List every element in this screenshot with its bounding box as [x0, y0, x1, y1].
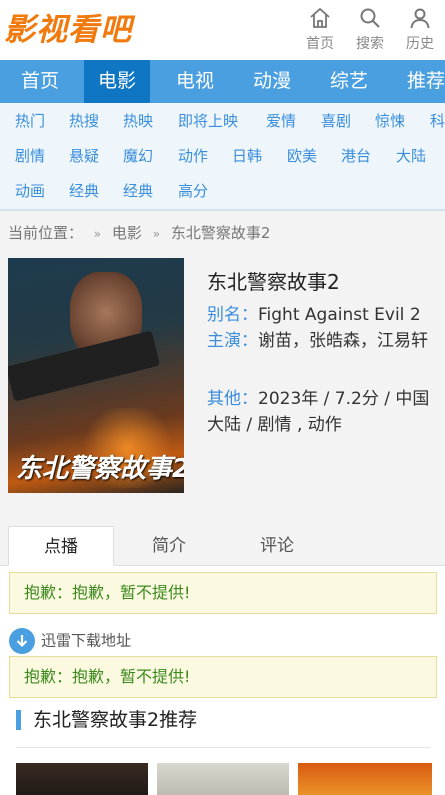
main-nav-item-variety[interactable]: 综艺: [316, 60, 382, 103]
other-label: 其他：: [207, 389, 258, 409]
sub-nav-item[interactable]: 欧美: [287, 145, 317, 166]
header-nav-search[interactable]: 搜索: [350, 6, 390, 53]
divider: [16, 747, 430, 748]
main-nav-item-tv[interactable]: 电视: [162, 60, 228, 103]
sub-nav-item[interactable]: 热搜: [69, 110, 99, 131]
header-nav-label: 历史: [406, 36, 434, 52]
sub-nav-item[interactable]: 经典: [69, 180, 99, 201]
main-nav-item-recommend[interactable]: 推荐: [393, 60, 445, 103]
movie-poster[interactable]: 东北警察故事2: [8, 258, 184, 493]
download-icon: [9, 628, 35, 654]
recommend-heading: 东北警察故事2推荐: [16, 710, 197, 730]
download-header: 迅雷下载地址: [9, 628, 131, 654]
play-notice: 抱歉：抱歉，暂不提供!: [9, 572, 437, 614]
site-logo[interactable]: 影视看吧: [4, 4, 132, 49]
tab-bar: 点播 简介 评论: [0, 526, 445, 566]
breadcrumb-prefix: 当前位置：: [8, 224, 84, 242]
header-nav-home[interactable]: 首页: [300, 6, 340, 53]
sub-nav-item[interactable]: 日韩: [232, 145, 262, 166]
sub-nav-item[interactable]: 大陆: [396, 145, 426, 166]
movie-title: 东北警察故事2: [207, 270, 340, 294]
download-notice: 抱歉：抱歉，暂不提供!: [9, 656, 437, 698]
main-nav: 首页 电影 电视 动漫 综艺 推荐: [0, 60, 445, 103]
breadcrumb-separator: »: [152, 227, 161, 241]
header-nav-label: 首页: [306, 36, 334, 52]
user-icon: [410, 8, 430, 29]
download-label: 迅雷下载地址: [41, 631, 132, 650]
alias-value: Fight Against Evil 2: [258, 305, 421, 325]
sub-nav: 热门 热搜 热映 即将上映 爱情 喜剧 惊悚 科 剧情 悬疑 魔幻 动作 日韩 …: [0, 103, 445, 211]
alias-label: 别名：: [207, 305, 258, 325]
header: 影视看吧 首页 搜索 历史: [0, 0, 445, 60]
sub-nav-item[interactable]: 动作: [178, 145, 208, 166]
sub-nav-item[interactable]: 剧情: [15, 145, 45, 166]
breadcrumb-current: 东北警察故事2: [170, 224, 271, 242]
breadcrumb: 当前位置： » 电影 » 东北警察故事2: [8, 222, 270, 243]
main-nav-item-movie[interactable]: 电影: [84, 60, 150, 103]
cast-label: 主演：: [207, 331, 258, 351]
sub-nav-item[interactable]: 热映: [123, 110, 153, 131]
recommend-thumb[interactable]: [16, 763, 148, 795]
sub-nav-item[interactable]: 经典: [123, 180, 153, 201]
sub-nav-item[interactable]: 热门: [15, 110, 45, 131]
main-nav-item-home[interactable]: 首页: [7, 60, 73, 103]
sub-nav-item[interactable]: 悬疑: [69, 145, 99, 166]
tab-play[interactable]: 点播: [8, 526, 114, 566]
sub-nav-item[interactable]: 喜剧: [321, 110, 351, 131]
sub-nav-item[interactable]: 动画: [15, 180, 45, 201]
movie-other: 其他：2023年 / 7.2分 / 中国大陆 / 剧情 , 动作: [207, 386, 432, 438]
movie-cast: 主演：谢苗，张皓森，江易轩: [207, 328, 432, 354]
main-nav-item-anime[interactable]: 动漫: [239, 60, 305, 103]
breadcrumb-category[interactable]: 电影: [112, 224, 142, 242]
recommend-thumb[interactable]: [298, 763, 432, 795]
sub-nav-item[interactable]: 科: [430, 110, 445, 131]
sub-nav-item[interactable]: 高分: [178, 180, 208, 201]
breadcrumb-separator: »: [93, 227, 102, 241]
tab-comments[interactable]: 评论: [224, 526, 330, 566]
cast-value: 谢苗，张皓森，江易轩: [258, 331, 428, 351]
sub-nav-item[interactable]: 即将上映: [178, 110, 238, 131]
home-icon: [310, 7, 330, 28]
header-nav-label: 搜索: [356, 36, 384, 52]
movie-alias: 别名：Fight Against Evil 2: [207, 302, 432, 328]
search-icon: [360, 8, 380, 28]
tab-content: 抱歉：抱歉，暂不提供! 迅雷下载地址 抱歉：抱歉，暂不提供! 东北警察故事2推荐: [0, 566, 445, 795]
recommend-thumb[interactable]: [157, 763, 289, 795]
sub-nav-item[interactable]: 魔幻: [123, 145, 153, 166]
poster-title-art: 东北警察故事2: [16, 454, 184, 484]
sub-nav-item[interactable]: 爱情: [266, 110, 296, 131]
tab-intro[interactable]: 简介: [116, 526, 222, 566]
sub-nav-item[interactable]: 惊悚: [375, 110, 405, 131]
sub-nav-item[interactable]: 港台: [341, 145, 371, 166]
header-nav-history[interactable]: 历史: [400, 6, 440, 53]
